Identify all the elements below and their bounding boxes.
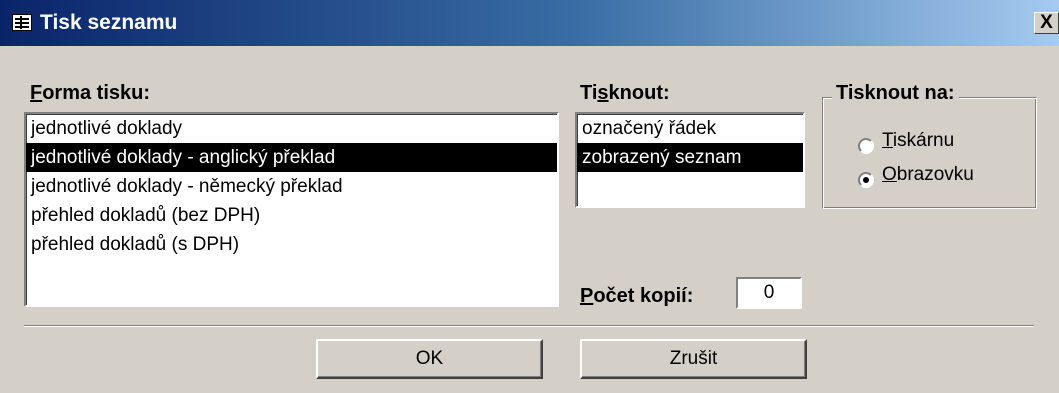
ok-button[interactable]: OK	[316, 339, 543, 379]
title-bar: Tisk seznamu X	[0, 0, 1059, 46]
list-item-prehled-bez-dph[interactable]: přehled dokladů (bez DPH)	[26, 201, 557, 230]
pocet-kopii-input[interactable]: 0	[736, 277, 802, 309]
radio-tiskarnu[interactable]	[858, 138, 874, 154]
table-icon	[12, 14, 32, 31]
radio-tiskarnu-label[interactable]: Tiskárnu	[882, 130, 954, 152]
list-item-zobrazeny-seznam[interactable]: zobrazený seznam	[577, 143, 803, 172]
forma-tisku-label: Forma tisku:	[30, 82, 151, 104]
list-item-oznaceny-radek[interactable]: označený řádek	[577, 114, 803, 143]
forma-tisku-list[interactable]: jednotlivé doklady jednotlivé doklady - …	[24, 112, 559, 307]
list-item-jednotlive-doklady[interactable]: jednotlivé doklady	[26, 114, 557, 143]
divider	[24, 325, 1034, 327]
radio-obrazovku-label[interactable]: Obrazovku	[882, 164, 974, 186]
list-item-anglicky-preklad[interactable]: jednotlivé doklady - anglický překlad	[26, 143, 557, 172]
list-item-nemecky-preklad[interactable]: jednotlivé doklady - německý překlad	[26, 172, 557, 201]
radio-obrazovku[interactable]	[858, 172, 874, 188]
pocet-kopii-label: Počet kopií:	[580, 285, 694, 307]
tisknout-list[interactable]: označený řádek zobrazený seznam	[575, 112, 805, 208]
window-title: Tisk seznamu	[40, 11, 178, 34]
tisknout-label: Tisknout:	[580, 82, 670, 104]
list-item-prehled-s-dph[interactable]: přehled dokladů (s DPH)	[26, 230, 557, 259]
tisknout-na-label: Tisknout na:	[832, 82, 959, 105]
cancel-button[interactable]: Zrušit	[580, 339, 807, 379]
tisknout-na-group	[822, 97, 1037, 209]
close-button[interactable]: X	[1034, 12, 1059, 34]
radio-selected-dot	[863, 177, 869, 183]
